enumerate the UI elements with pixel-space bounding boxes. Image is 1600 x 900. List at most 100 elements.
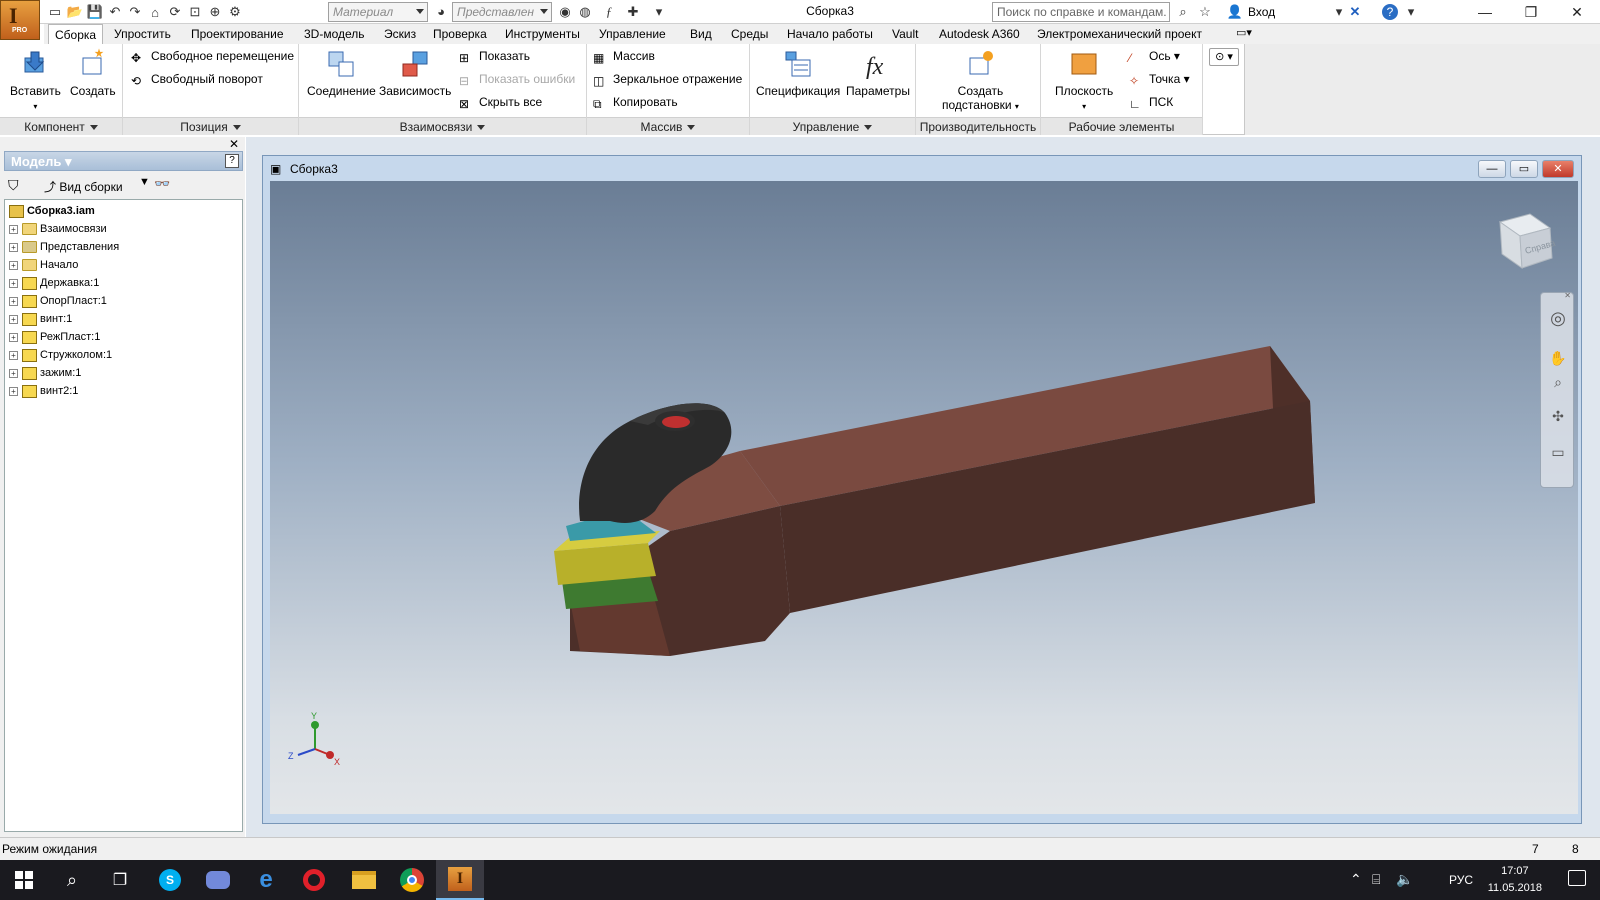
volume-icon[interactable]: 🔈 <box>1396 871 1413 888</box>
chrome-button[interactable] <box>388 860 436 900</box>
doc-maximize-button[interactable]: ▭ <box>1510 160 1538 178</box>
language-indicator[interactable]: РУС <box>1449 873 1473 887</box>
help-icon[interactable]: ? <box>1382 4 1398 20</box>
browser-help-icon[interactable]: ? <box>225 154 239 168</box>
tree-item[interactable]: + зажим:1 <box>9 364 81 382</box>
expand-icon[interactable]: + <box>9 224 18 234</box>
filter-icon[interactable]: ⛉ <box>8 177 19 194</box>
doc-minimize-button[interactable]: — <box>1478 160 1506 178</box>
panel-title-relationships[interactable]: Взаимосвязи <box>299 117 586 135</box>
help-search-input[interactable]: Поиск по справке и командам. <box>992 2 1170 22</box>
ucs-button[interactable]: ∟ ПСК <box>1129 92 1173 112</box>
create-substitutes-button[interactable]: Создать подстановки ▾ <box>942 48 1019 112</box>
ribbon-toggle-icon[interactable]: ▭▾ <box>1236 26 1252 39</box>
tray-expand-icon[interactable]: ⌃ <box>1350 871 1362 888</box>
expand-icon[interactable]: + <box>9 386 18 396</box>
user-icon[interactable]: 👤 <box>1226 3 1244 21</box>
tree-item[interactable]: + Державка:1 <box>9 274 99 292</box>
start-button[interactable] <box>0 860 48 900</box>
more-tools-button[interactable]: ⊙ ▾ <box>1209 48 1239 66</box>
pattern-button[interactable]: ▦ Массив <box>593 46 655 66</box>
tree-item[interactable]: + ОпорПласт:1 <box>9 292 107 310</box>
expand-icon[interactable]: + <box>9 242 18 252</box>
mirror-button[interactable]: ◫ Зеркальное отражение <box>593 69 742 89</box>
save-icon[interactable]: 💾 <box>86 3 104 21</box>
measure-icon[interactable]: ⊕ <box>206 3 224 21</box>
explorer-button[interactable] <box>340 860 388 900</box>
free-rotate-button[interactable]: ⟲ Свободный поворот <box>131 69 263 89</box>
viewcube[interactable]: Справа <box>1490 206 1560 276</box>
color-icon[interactable]: ◉ <box>556 3 574 21</box>
axis-button[interactable]: ⁄ Ось ▾ <box>1129 46 1180 66</box>
expand-icon[interactable]: + <box>9 278 18 288</box>
doc-close-button[interactable]: ✕ <box>1542 160 1574 178</box>
undo-icon[interactable]: ↶ <box>106 3 124 21</box>
update-icon[interactable]: ⟳ <box>166 3 184 21</box>
search-taskbar-button[interactable]: ⌕ <box>48 860 96 900</box>
restore-button[interactable]: ❐ <box>1508 0 1554 24</box>
tab-a360[interactable]: Autodesk A360 <box>933 24 1026 44</box>
hide-all-button[interactable]: ⊠ Скрыть все <box>459 92 542 112</box>
browser-header[interactable]: Модель ▾ ? <box>4 151 243 171</box>
qat-more-icon[interactable]: ▾ <box>650 3 668 21</box>
navbar-close-icon[interactable]: ✕ <box>1564 291 1571 300</box>
clock[interactable]: 17:07 11.05.2018 <box>1488 863 1542 897</box>
skype-button[interactable]: S <box>146 860 194 900</box>
select-icon[interactable]: ⊡ <box>186 3 204 21</box>
view-rep-combo[interactable]: Представлен <box>452 2 552 22</box>
opera-button[interactable] <box>290 860 338 900</box>
expand-icon[interactable]: + <box>9 314 18 324</box>
tab-tools[interactable]: Инструменты <box>499 24 586 44</box>
tree-item[interactable]: + винт2:1 <box>9 382 78 400</box>
3d-viewport[interactable]: Y Z X <box>270 181 1578 814</box>
home-icon[interactable]: ⌂ <box>146 3 164 21</box>
tree-item[interactable]: + Представления <box>9 238 119 256</box>
tree-item[interactable]: + Стружколом:1 <box>9 346 112 364</box>
settings-icon[interactable]: ⚙ <box>226 3 244 21</box>
help-dropdown-icon[interactable]: ▾ <box>1402 3 1420 21</box>
new-icon[interactable]: ▭ <box>46 3 64 21</box>
material-combo[interactable]: Материал <box>328 2 428 22</box>
task-view-button[interactable]: ❐ <box>96 860 144 900</box>
panel-title-manage[interactable]: Управление <box>750 117 915 135</box>
view-dropdown-icon[interactable]: ▼ <box>139 176 150 188</box>
expand-icon[interactable]: + <box>9 332 18 342</box>
insert-button[interactable]: Вставить ▾ <box>10 48 61 112</box>
create-button[interactable]: Создать <box>70 48 116 98</box>
app-menu-button[interactable]: I PRO <box>0 0 40 40</box>
expand-icon[interactable]: + <box>9 296 18 306</box>
tab-sketch[interactable]: Эскиз <box>378 24 422 44</box>
pan-icon[interactable]: ✋ <box>1547 347 1569 369</box>
expand-icon[interactable]: + <box>9 350 18 360</box>
tab-manage[interactable]: Управление <box>593 24 672 44</box>
network-icon[interactable]: ⌸ <box>1372 871 1380 888</box>
orbit-icon[interactable]: ✣ <box>1547 405 1569 427</box>
exchange-icon[interactable]: ✕ <box>1346 3 1364 21</box>
discord-button[interactable] <box>194 860 242 900</box>
tab-design[interactable]: Проектирование <box>185 24 290 44</box>
color-clear-icon[interactable]: ◍ <box>576 3 594 21</box>
plus-icon[interactable]: ✚ <box>624 3 642 21</box>
minimize-button[interactable]: — <box>1462 0 1508 24</box>
panel-title-component[interactable]: Компонент <box>0 117 122 135</box>
free-move-button[interactable]: ✥ Свободное перемещение <box>131 46 294 66</box>
expand-icon[interactable]: + <box>9 260 18 270</box>
panel-title-pattern[interactable]: Массив <box>587 117 749 135</box>
parameters-button[interactable]: fx Параметры <box>846 48 910 98</box>
tab-vault[interactable]: Vault <box>886 24 924 44</box>
tab-simplify[interactable]: Упростить <box>108 24 177 44</box>
tab-view[interactable]: Вид <box>684 24 718 44</box>
tab-inspect[interactable]: Проверка <box>427 24 493 44</box>
browser-close-icon[interactable]: ✕ <box>229 137 239 151</box>
show-button[interactable]: ⊞ Показать <box>459 46 530 66</box>
tree-item[interactable]: + винт:1 <box>9 310 72 328</box>
joint-button[interactable]: Соединение <box>307 48 376 98</box>
show-errors-button[interactable]: ⊟ Показать ошибки <box>459 69 575 89</box>
zoom-icon[interactable]: ⌕ <box>1547 371 1569 393</box>
close-button[interactable]: ✕ <box>1554 0 1600 24</box>
redo-icon[interactable]: ↷ <box>126 3 144 21</box>
steering-wheel-icon[interactable]: ◎ <box>1547 307 1569 329</box>
tree-item[interactable]: + РежПласт:1 <box>9 328 100 346</box>
assembly-view-button[interactable]: ⤴ Вид сборки <box>44 178 123 195</box>
tree-root[interactable]: Сборка3.iam <box>9 202 95 220</box>
